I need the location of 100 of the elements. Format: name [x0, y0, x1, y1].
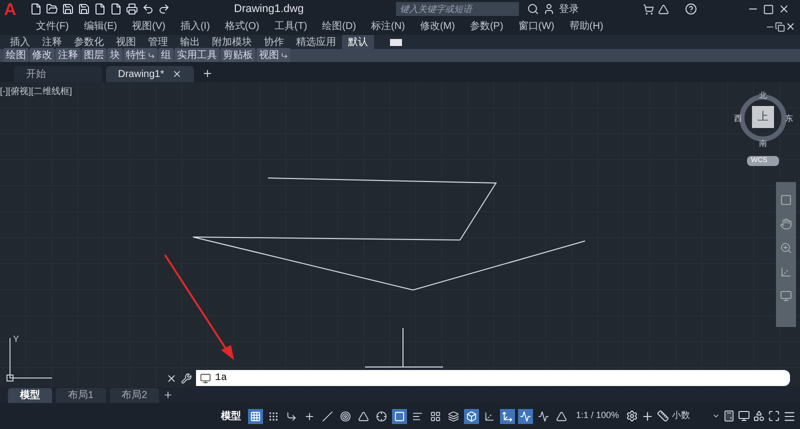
- panel-button[interactable]: 修改: [30, 48, 54, 63]
- wrench-icon[interactable]: [181, 372, 192, 384]
- annotation-scale-menu[interactable]: 1:1 / 100%: [576, 409, 619, 423]
- status-toggle[interactable]: [248, 408, 263, 424]
- ribbon-tab[interactable]: 管理: [142, 35, 174, 49]
- compass-label: 北: [759, 90, 767, 102]
- menu-item[interactable]: 绘图(D): [322, 19, 356, 34]
- restore-icon[interactable]: [775, 22, 785, 32]
- ribbon-tab[interactable]: 输出: [174, 35, 206, 49]
- triangle-icon[interactable]: [658, 4, 669, 14]
- toggle-icon: [448, 410, 459, 422]
- status-toggle[interactable]: [500, 408, 515, 424]
- panel-button[interactable]: 块: [108, 48, 122, 63]
- close-icon[interactable]: [172, 69, 182, 79]
- window-title: Drawing1.dwg: [234, 2, 305, 17]
- units-dropdown[interactable]: 小数: [672, 409, 720, 423]
- document-tab[interactable]: Drawing1*: [106, 66, 194, 82]
- menu-item[interactable]: 帮助(H): [569, 19, 604, 34]
- panel-button[interactable]: 绘图: [4, 48, 28, 63]
- toolbar-icon[interactable]: [142, 3, 154, 15]
- menu-item[interactable]: 文件(F): [36, 19, 69, 34]
- menu-item[interactable]: 窗口(W): [518, 19, 554, 34]
- add-layout-icon[interactable]: [163, 390, 174, 400]
- close-icon[interactable]: [778, 3, 790, 15]
- menu-item[interactable]: 格式(O): [224, 19, 260, 34]
- panel-button[interactable]: 实用工具: [175, 48, 219, 63]
- ribbon-tab[interactable]: 附加模块: [206, 35, 258, 49]
- ruler-icon[interactable]: [657, 410, 669, 422]
- ucs-axis-icon: [6, 338, 52, 382]
- toggle-icon: [250, 410, 261, 422]
- calculator-icon[interactable]: [723, 410, 735, 422]
- toggle-icon: [340, 410, 351, 422]
- close-icon[interactable]: [166, 372, 177, 384]
- axis-label: Y: [13, 333, 20, 346]
- viewport-label[interactable]: [-][俯视][二维线框]: [0, 85, 72, 98]
- toggle-icon: [484, 410, 495, 422]
- menu-icon[interactable]: [783, 410, 796, 422]
- layout-tab[interactable]: 布局1: [56, 388, 106, 402]
- status-toggle[interactable]: [338, 408, 353, 424]
- toggle-icon: [286, 410, 297, 422]
- maximize-icon[interactable]: [763, 4, 774, 14]
- ribbon-tab[interactable]: 协作: [258, 35, 290, 49]
- status-toggle[interactable]: [536, 408, 551, 424]
- toolbar-icon[interactable]: [110, 3, 122, 15]
- toolbar-icon[interactable]: [78, 3, 90, 15]
- compass-label: 东: [785, 113, 793, 125]
- status-toggle[interactable]: [518, 408, 533, 424]
- ribbon-tab[interactable]: 参数化: [68, 35, 110, 49]
- menu-item[interactable]: 视图(V): [132, 19, 166, 34]
- toggle-icon: [538, 410, 549, 422]
- status-toggle[interactable]: [446, 408, 461, 424]
- ribbon-tab[interactable]: 插入: [4, 35, 36, 49]
- search-icon[interactable]: [527, 3, 539, 15]
- ribbon-tab[interactable]: 默认: [342, 35, 374, 49]
- toolbar-icon[interactable]: [158, 3, 170, 15]
- cart-icon[interactable]: [643, 4, 654, 14]
- panel-button[interactable]: 视图: [257, 48, 290, 63]
- pan-icon[interactable]: [780, 218, 792, 230]
- toolbar-icon[interactable]: [62, 3, 74, 15]
- menu-item[interactable]: 插入(I): [180, 19, 210, 34]
- menu-item[interactable]: 工具(T): [274, 19, 308, 34]
- menu-item[interactable]: 修改(M): [420, 19, 455, 34]
- status-toggle[interactable]: [464, 408, 479, 424]
- toggle-icon: [268, 410, 279, 422]
- status-toggle[interactable]: [320, 408, 335, 424]
- plus-icon[interactable]: [641, 410, 654, 422]
- ribbon-tab[interactable]: 精选应用: [290, 35, 342, 49]
- status-toggle[interactable]: [392, 408, 407, 424]
- panel-button[interactable]: 特性: [124, 48, 157, 63]
- close-icon[interactable]: [785, 21, 796, 32]
- toolbar-icon[interactable]: [30, 3, 42, 15]
- status-toggle[interactable]: [374, 408, 389, 424]
- toolbar-icon[interactable]: [126, 3, 138, 15]
- zoom-icon[interactable]: [780, 242, 792, 254]
- ribbon-tab[interactable]: 注释: [36, 35, 68, 49]
- document-tab[interactable]: 开始: [14, 66, 102, 82]
- menu-item[interactable]: 标注(N): [371, 19, 405, 34]
- sign-in-link[interactable]: 登录: [559, 2, 579, 16]
- toggle-icon: [322, 410, 333, 422]
- menu-item[interactable]: 编辑(E): [84, 19, 118, 34]
- ribbon-tab[interactable]: 视图: [110, 35, 142, 49]
- panel-button[interactable]: 图层: [82, 48, 106, 63]
- search-field[interactable]: 键入关键字或短语: [396, 2, 519, 16]
- ribbon-toggle-icon[interactable]: [390, 38, 402, 46]
- viewcube-face[interactable]: 上: [752, 106, 774, 128]
- toggle-icon: [304, 410, 315, 422]
- new-tab-icon[interactable]: [202, 68, 213, 79]
- toolbar-icon[interactable]: [94, 3, 106, 15]
- settings-icon[interactable]: [626, 410, 638, 422]
- toggle-icon: [466, 410, 477, 422]
- model-space-button[interactable]: 模型: [220, 408, 241, 424]
- help-icon[interactable]: [685, 3, 697, 15]
- layout-tab[interactable]: 布局2: [110, 388, 160, 402]
- panel-button[interactable]: 组: [159, 48, 173, 63]
- layout-tab[interactable]: 模型: [8, 388, 52, 402]
- fullscreen-icon[interactable]: [768, 410, 780, 422]
- panel-button[interactable]: 注释: [56, 48, 80, 63]
- toolbar-icon[interactable]: [46, 3, 58, 15]
- menu-item[interactable]: 参数(P): [470, 19, 504, 34]
- panel-button[interactable]: 剪贴板: [221, 48, 255, 63]
